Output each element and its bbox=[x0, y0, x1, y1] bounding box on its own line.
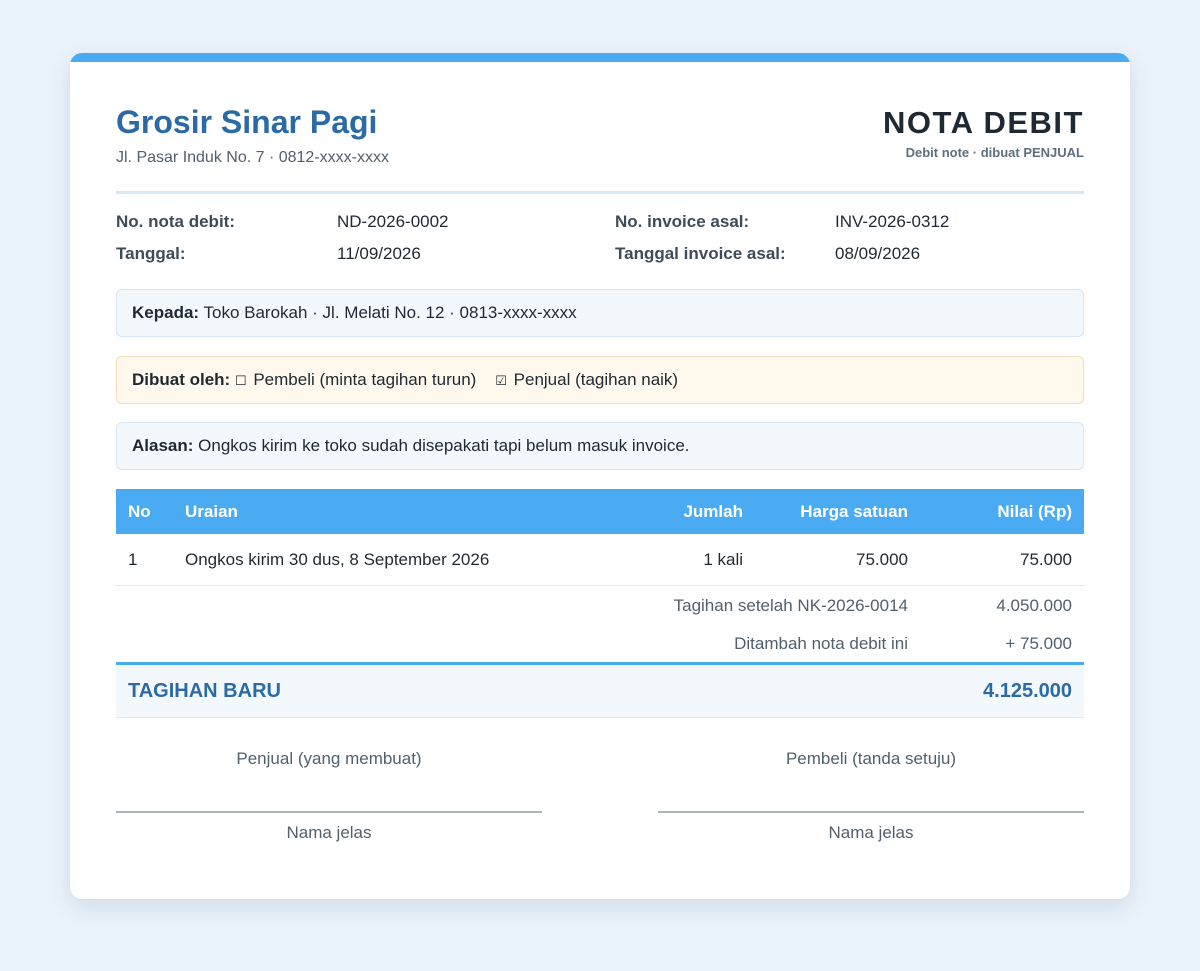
document-subtitle: Debit note · dibuat PENJUAL bbox=[905, 145, 1084, 160]
header-quantity: Jumlah bbox=[621, 489, 755, 534]
seller-signature-name: Nama jelas bbox=[286, 823, 372, 842]
recipient-label: Kepada: bbox=[132, 303, 200, 322]
made-by-box: Dibuat oleh: ☐ Pembeli (minta tagihan tu… bbox=[116, 356, 1084, 404]
seller-signature-role: Penjual (yang membuat) bbox=[236, 749, 422, 768]
note-date: 11/09/2026 bbox=[337, 244, 421, 263]
reason-value: Ongkos kirim ke toko sudah disepakati ta… bbox=[198, 436, 690, 455]
seller-checkbox-icon: ☑ bbox=[495, 373, 507, 388]
new-total-label: TAGIHAN BARU bbox=[128, 680, 281, 702]
note-date-label: Tanggal: bbox=[116, 244, 186, 263]
document-title: NOTA DEBIT bbox=[883, 105, 1084, 140]
previous-bill-label: Tagihan setelah NK-2026-0014 bbox=[673, 596, 908, 615]
reason-box: Alasan: Ongkos kirim ke toko sudah disep… bbox=[116, 422, 1084, 470]
recipient-value: Toko Barokah · Jl. Melati No. 12 · 0813-… bbox=[203, 303, 577, 322]
buyer-signature-block: Pembeli (tanda setuju) Nama jelas bbox=[658, 749, 1084, 843]
seller-name: Grosir Sinar Pagi bbox=[116, 104, 378, 140]
header-amount: Nilai (Rp) bbox=[920, 489, 1084, 534]
row-unit-price: 75.000 bbox=[755, 534, 920, 586]
debit-note-card: Grosir Sinar Pagi Jl. Pasar Induk No. 7 … bbox=[70, 53, 1130, 899]
header-description: Uraian bbox=[173, 489, 621, 534]
row-amount: 75.000 bbox=[920, 534, 1084, 586]
invoice-date: 08/09/2026 bbox=[835, 244, 921, 263]
buyer-checkbox-icon: ☐ bbox=[234, 373, 247, 388]
new-total-row: TAGIHAN BARU 4.125.000 bbox=[116, 662, 1084, 718]
buyer-option: Pembeli (minta tagihan turun) bbox=[253, 370, 477, 389]
invoice-number-label: No. invoice asal: bbox=[615, 212, 750, 231]
note-number: ND-2026-0002 bbox=[337, 212, 449, 231]
items-table: No Uraian Jumlah Harga satuan Nilai (Rp)… bbox=[116, 489, 1084, 586]
invoice-date-label: Tanggal invoice asal: bbox=[615, 244, 786, 263]
seller-option: Penjual (tagihan naik) bbox=[513, 370, 679, 389]
invoice-number: INV-2026-0312 bbox=[835, 212, 950, 231]
made-by-label: Dibuat oleh: bbox=[132, 370, 231, 389]
new-total-value: 4.125.000 bbox=[983, 680, 1072, 702]
header-no: No bbox=[116, 489, 173, 534]
row-description: Ongkos kirim 30 dus, 8 September 2026 bbox=[173, 534, 621, 586]
header-unit-price: Harga satuan bbox=[755, 489, 920, 534]
buyer-signature-name: Nama jelas bbox=[828, 823, 914, 842]
row-no: 1 bbox=[116, 534, 173, 586]
added-value: + 75.000 bbox=[1005, 634, 1072, 653]
table-header-row: No Uraian Jumlah Harga satuan Nilai (Rp) bbox=[116, 489, 1084, 534]
note-number-label: No. nota debit: bbox=[116, 212, 235, 231]
seller-signature-line bbox=[116, 811, 542, 813]
table-row: 1 Ongkos kirim 30 dus, 8 September 2026 … bbox=[116, 534, 1084, 586]
reason-label: Alasan: bbox=[132, 436, 194, 455]
accent-bar bbox=[70, 53, 1130, 62]
row-quantity: 1 kali bbox=[621, 534, 755, 586]
added-label: Ditambah nota debit ini bbox=[734, 634, 908, 653]
buyer-signature-line bbox=[658, 811, 1084, 813]
seller-signature-block: Penjual (yang membuat) Nama jelas bbox=[116, 749, 542, 843]
buyer-signature-role: Pembeli (tanda setuju) bbox=[785, 749, 957, 768]
recipient-box: Kepada: Toko Barokah · Jl. Melati No. 12… bbox=[116, 289, 1084, 337]
seller-address: Jl. Pasar Induk No. 7 · 0812-xxxx-xxxx bbox=[116, 149, 389, 166]
previous-bill-value: 4.050.000 bbox=[996, 596, 1072, 615]
document-header: Grosir Sinar Pagi Jl. Pasar Induk No. 7 … bbox=[116, 103, 1084, 194]
